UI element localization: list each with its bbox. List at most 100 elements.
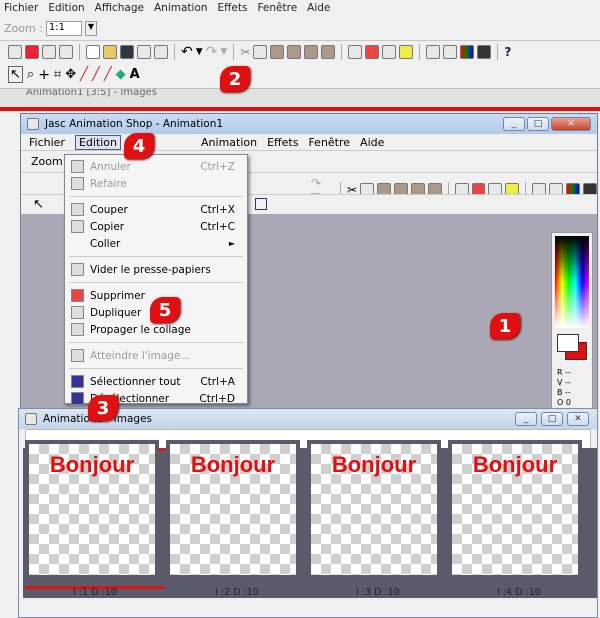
inner-menu-edition[interactable]: Edition [74,134,122,150]
frame-label: I :3 D :10 [356,587,400,598]
paste-icon[interactable] [270,45,285,59]
maximize-button[interactable]: □ [527,117,549,131]
inner-rect-select-icon[interactable] [255,198,267,210]
zoom-select[interactable]: 1:1 [45,20,82,36]
menu-edition[interactable]: Edition [48,2,84,14]
inner-menu-fichier[interactable]: Fichier [29,136,65,149]
callout-badge: 3 [88,395,118,421]
frame-thumbnail[interactable]: Bonjour [448,440,582,579]
delete-icon[interactable] [365,45,380,59]
frames-close-button[interactable]: ✕ [567,412,589,426]
save-icon[interactable] [120,45,134,59]
inner-menu-aide[interactable]: Aide [360,136,384,149]
vcr-icon[interactable] [477,45,492,59]
optimize-icon[interactable] [59,45,73,59]
zoom-tool-icon[interactable]: ⌕ [27,67,34,82]
menu-item-coller[interactable]: Coller ► [65,235,247,252]
callout-badge: 1 [490,313,520,339]
cut-icon[interactable]: ✂ [240,45,250,59]
dropper-icon[interactable]: ╱ [80,67,88,82]
move-icon[interactable]: ✥ [65,67,76,82]
save-as-icon[interactable] [137,45,151,59]
paste-after-icon[interactable] [321,45,336,59]
clipboard-icon[interactable] [399,45,414,59]
paste-new-icon[interactable] [287,45,302,59]
color-r-value: R -- [557,368,571,377]
banner-icon[interactable] [42,45,56,59]
open-icon[interactable] [103,45,117,59]
redo-dropdown-icon[interactable]: ▼ [220,47,227,57]
eraser-icon[interactable]: ╱ [104,67,112,82]
app-logo-icon [27,118,39,130]
crosshair-icon[interactable]: + [38,67,50,83]
help-icon[interactable]: ? [504,45,511,59]
frame-label: I :2 D :10 [215,587,259,598]
frames-minimize-button[interactable]: _ [515,412,537,426]
menu-item-selectionner-tout[interactable]: Sélectionner tout Ctrl+A [65,373,247,390]
new-icon[interactable] [86,45,100,59]
color-swatches[interactable] [555,334,589,364]
inner-menu-effets[interactable]: Effets [267,136,298,149]
frame-text: Bonjour [49,452,135,477]
color-o-value: O 0 [557,398,571,407]
menu-item-vider[interactable]: Vider le presse-papiers [65,261,247,278]
frame-thumbnail[interactable]: Bonjour [307,440,441,579]
background-window-title: Animation1 [3:5] - Images [26,88,157,98]
inner-menu-bar: Fichier Edition Animation Effets Fenêtre… [21,134,597,150]
undo-icon[interactable]: ↶ [181,44,193,60]
menu-item-couper[interactable]: Couper Ctrl+X [65,201,247,218]
close-button[interactable]: ✕ [551,117,591,131]
frames-maximize-button[interactable]: □ [541,412,563,426]
text-tool-icon[interactable]: A [130,67,140,82]
import-icon[interactable] [25,45,39,59]
fill-icon[interactable]: ◆ [116,67,126,82]
color-b-value: B -- [557,388,571,397]
callout-badge: 4 [124,133,154,159]
menu-item-annuler[interactable]: Annuler Ctrl+Z [65,158,247,175]
menu-item-copier[interactable]: Copier Ctrl+C [65,218,247,235]
frame-label: I :4 D :10 [497,587,541,598]
find-icon[interactable] [426,45,441,59]
frame-thumbnail[interactable]: Bonjour [166,440,300,579]
print-icon[interactable] [154,45,168,59]
chevron-down-icon[interactable]: ▼ [84,20,97,36]
deselect-icon [71,392,84,405]
copy-icon [71,220,84,233]
menu-affichage[interactable]: Affichage [95,2,144,14]
arrow-tool-icon[interactable]: ↖ [8,66,23,83]
goto-frame-icon [71,349,84,362]
wizard-icon[interactable] [8,45,22,59]
menu-item-propager[interactable]: Propager le collage [65,321,247,338]
main-menu-bar: Fichier Edition Affichage Animation Effe… [0,0,600,16]
minimize-button[interactable]: _ [503,117,525,131]
brush-icon[interactable]: ╱ [92,67,100,82]
frame-label: I :1 D :10 [73,587,117,598]
callout-badge: 2 [220,66,250,92]
inner-window-title: Jasc Animation Shop - Animation1 [45,118,224,130]
paste-before-icon[interactable] [304,45,319,59]
propagate-icon[interactable] [382,45,397,59]
menu-aide[interactable]: Aide [307,2,330,14]
inner-arrow-tool-icon[interactable]: ↖ [33,197,44,212]
crop-icon[interactable]: ⌗ [54,67,61,82]
zoom-label: Zoom : [4,21,43,35]
edit-dropdown-menu: Annuler Ctrl+Z Refaire Couper Ctrl+X Copie… [64,154,248,405]
menu-item-refaire[interactable]: Refaire [65,175,247,192]
palette-icon[interactable] [460,45,475,59]
submenu-arrow-icon: ► [228,239,235,248]
inner-menu-animation[interactable]: Animation [201,136,257,149]
foreground-color-swatch[interactable] [557,334,579,352]
duplicate-icon[interactable] [348,45,363,59]
menu-fenetre[interactable]: Fenêtre [257,2,297,14]
menu-fichier[interactable]: Fichier [4,2,38,14]
frame-thumbnail[interactable]: Bonjour [25,440,159,579]
menu-effets[interactable]: Effets [218,2,248,14]
redo-icon[interactable]: ↷ [206,44,218,60]
inner-menu-fenetre[interactable]: Fenêtre [308,136,350,149]
color-palette[interactable] [555,236,589,328]
frame-properties-icon[interactable] [443,45,458,59]
menu-item-atteindre[interactable]: Atteindre l'image... [65,347,247,364]
copy-icon[interactable] [253,45,268,59]
undo-dropdown-icon[interactable]: ▼ [196,47,203,57]
menu-animation[interactable]: Animation [154,2,208,14]
